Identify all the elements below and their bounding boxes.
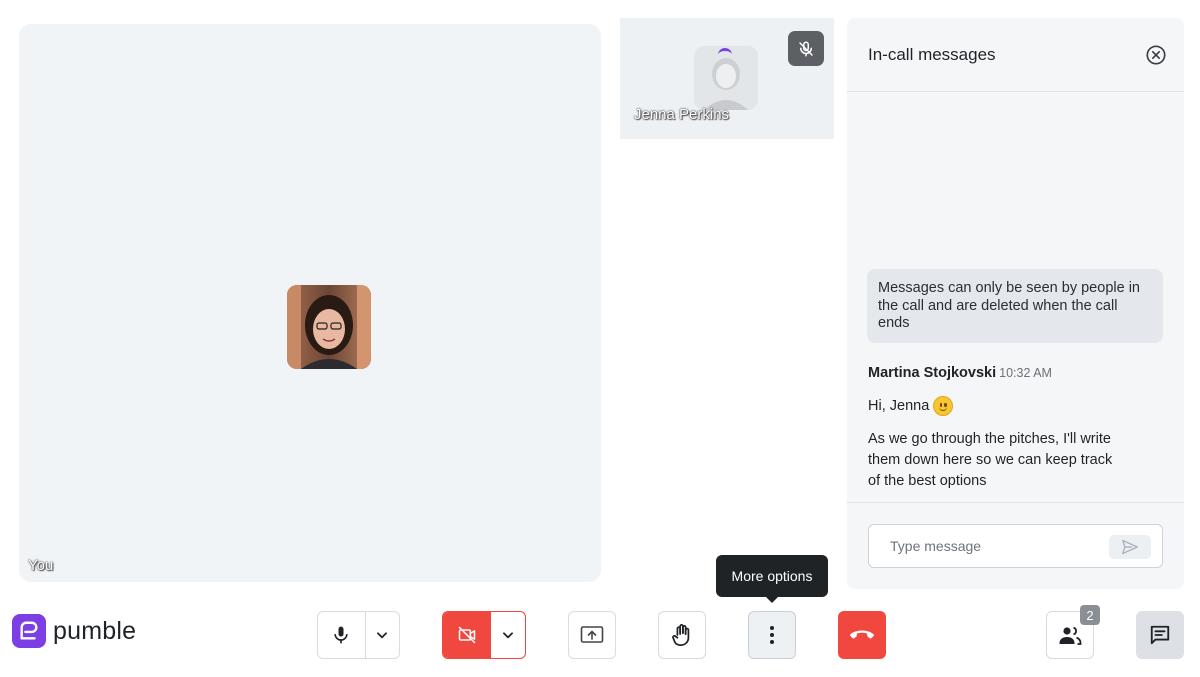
message-header: Martina Stojkovski 10:32 AM bbox=[868, 365, 1052, 381]
message-text: Hi, Jenna bbox=[868, 396, 954, 416]
mic-icon bbox=[334, 626, 349, 644]
message-line: Hi, Jenna bbox=[868, 398, 930, 414]
self-name-label: You bbox=[28, 557, 54, 574]
chat-header: In-call messages bbox=[847, 18, 1184, 92]
message-author: Martina Stojkovski bbox=[868, 365, 997, 381]
chat-title: In-call messages bbox=[868, 44, 996, 64]
self-avatar bbox=[287, 285, 371, 369]
remote-name-label: Jenna Perkins bbox=[634, 106, 730, 123]
pumble-logo-icon bbox=[12, 614, 46, 648]
camera-off-icon bbox=[458, 626, 476, 644]
camera-options-button[interactable] bbox=[491, 612, 525, 658]
participants-icon bbox=[1059, 626, 1082, 645]
in-call-messages-panel: In-call messages Messages can only be se… bbox=[847, 18, 1184, 589]
camera-control-group bbox=[442, 611, 526, 659]
hang-up-icon bbox=[850, 630, 874, 639]
close-icon[interactable] bbox=[1142, 41, 1170, 69]
chat-icon bbox=[1150, 625, 1170, 645]
send-icon[interactable] bbox=[1109, 535, 1151, 559]
chevron-down-icon bbox=[377, 632, 388, 639]
camera-button[interactable] bbox=[443, 612, 491, 658]
chevron-down-icon bbox=[502, 632, 513, 639]
divider bbox=[847, 502, 1184, 503]
brand-name: pumble bbox=[53, 616, 137, 645]
smile-emoji-icon bbox=[933, 396, 954, 416]
message-text: As we go through the pitches, I'll write… bbox=[868, 431, 1113, 489]
raise-hand-button[interactable] bbox=[658, 611, 706, 659]
share-screen-icon bbox=[580, 626, 604, 643]
more-options-button[interactable] bbox=[748, 611, 796, 659]
chat-toggle-button[interactable] bbox=[1136, 611, 1184, 659]
message-time: 10:32 AM bbox=[999, 366, 1052, 380]
mic-options-button[interactable] bbox=[366, 612, 399, 658]
privacy-notice: Messages can only be seen by people in t… bbox=[867, 269, 1163, 343]
message-composer bbox=[868, 524, 1163, 568]
mic-muted-icon bbox=[788, 31, 824, 66]
mic-button[interactable] bbox=[318, 612, 366, 658]
mic-control-group bbox=[317, 611, 400, 659]
participants-count-badge: 2 bbox=[1080, 605, 1100, 625]
message-input[interactable] bbox=[881, 525, 1101, 567]
more-vertical-icon bbox=[770, 626, 774, 644]
self-video-tile: You bbox=[19, 24, 601, 582]
pumble-logo: pumble bbox=[12, 614, 136, 648]
leave-call-button[interactable] bbox=[838, 611, 886, 659]
raise-hand-icon bbox=[672, 624, 690, 646]
share-screen-button[interactable] bbox=[568, 611, 616, 659]
remote-video-tile[interactable]: Jenna Perkins bbox=[620, 18, 834, 139]
speaking-indicator bbox=[718, 48, 732, 56]
call-screen: You Jenna Perkins In-call messages Messa… bbox=[0, 0, 1200, 677]
more-options-tooltip: More options bbox=[716, 555, 828, 603]
